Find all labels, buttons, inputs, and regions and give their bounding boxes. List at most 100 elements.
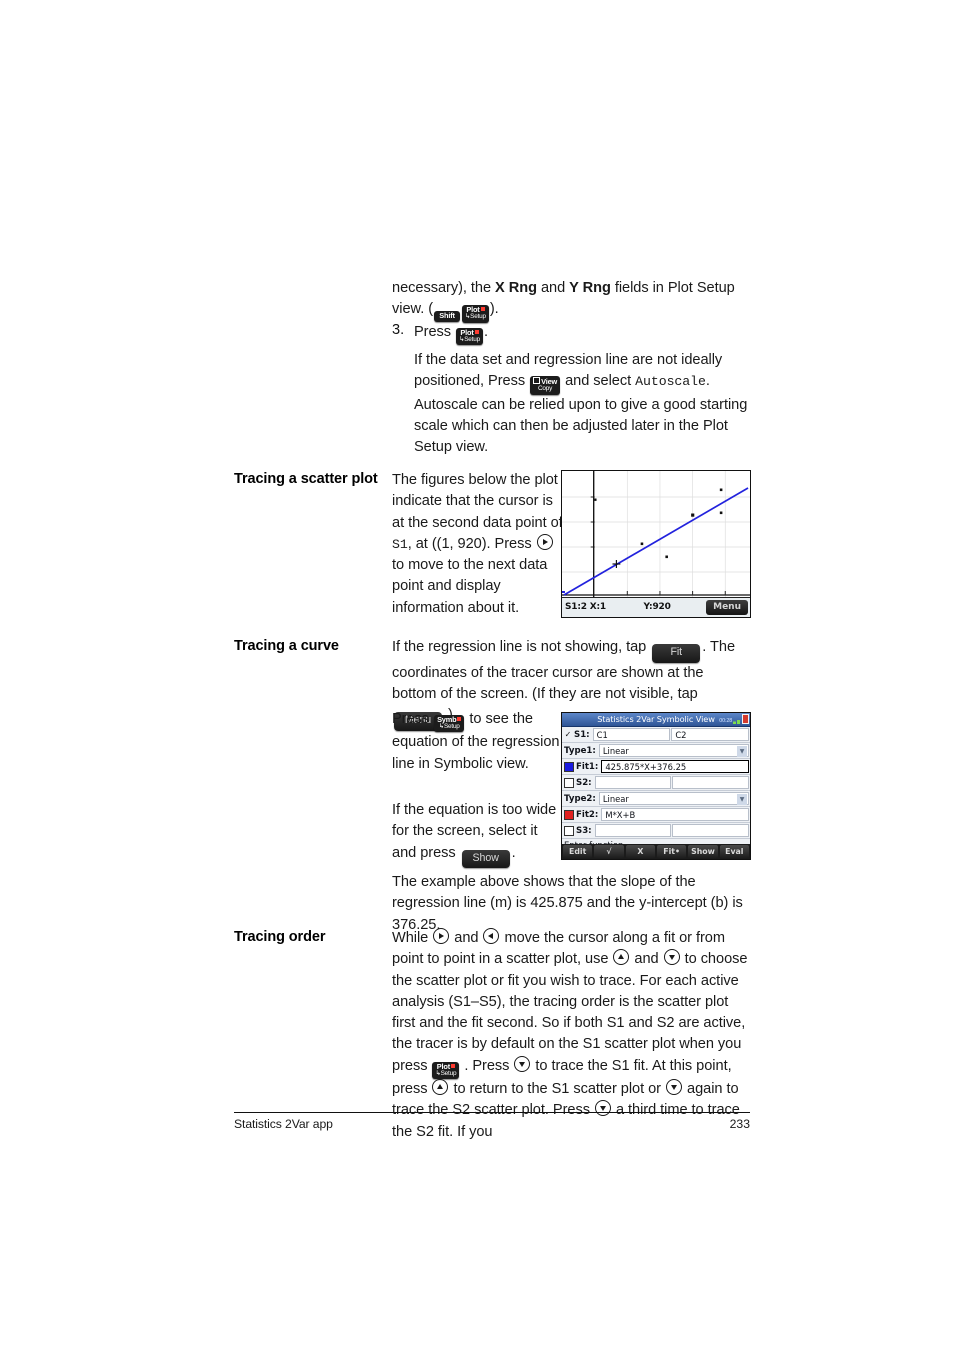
document-page: necessary), the X Rng and Y Rng fields i… bbox=[0, 0, 954, 1350]
text-scatter-a: The figures below the plot indicate that… bbox=[392, 472, 563, 531]
signal-bars-icon bbox=[733, 717, 741, 724]
text-symb-a: Press bbox=[392, 711, 434, 727]
left-arrow-key-icon bbox=[483, 928, 500, 944]
row-fit1[interactable]: Fit1: 425.875*X+376.25 bbox=[562, 759, 750, 775]
menu-sqrt-button[interactable]: √ bbox=[594, 845, 624, 858]
text-order-5: to choose the scatter plot or fit you wi… bbox=[392, 951, 748, 1074]
s3-checkbox[interactable] bbox=[564, 825, 574, 836]
up-arrow-key-icon bbox=[432, 1079, 449, 1096]
paragraph-tracing-scatter: The figures below the plot indicate that… bbox=[392, 470, 564, 619]
symbolic-view-title: Statistics 2Var Symbolic View bbox=[597, 714, 715, 724]
text-y-rng: Y Rng bbox=[569, 280, 611, 296]
menu-x-button[interactable]: X bbox=[625, 845, 655, 858]
right-arrow-key-icon bbox=[536, 533, 553, 550]
text-order-6: . Press bbox=[460, 1057, 514, 1074]
text-order-1: While bbox=[392, 930, 433, 946]
text-scatter-c: to move to the next data point and displ… bbox=[392, 557, 548, 616]
paragraph-tracing-order: While and move the cursor along a fit or… bbox=[392, 928, 750, 1143]
show-button[interactable]: Show bbox=[461, 849, 510, 869]
menu-show-button[interactable]: Show bbox=[688, 845, 718, 858]
text-necessary-b: and bbox=[536, 280, 570, 296]
heading-tracing-a-scatter-plot: Tracing a scatter plot bbox=[234, 471, 378, 487]
text-period: . bbox=[483, 324, 488, 340]
right-arrow-key-icon bbox=[433, 928, 450, 944]
text-toowide-b: . bbox=[511, 844, 516, 861]
plot-menu-button[interactable]: Menu bbox=[706, 600, 748, 615]
text-necessary-d: ). bbox=[489, 301, 499, 318]
fit2-color-swatch bbox=[564, 809, 574, 820]
footer-app-name: Statistics 2Var app bbox=[234, 1117, 333, 1131]
row-type1-value: Linear bbox=[602, 746, 629, 756]
status-time: 00:28 bbox=[719, 718, 732, 724]
menu-eval-button[interactable]: Eval bbox=[719, 845, 749, 858]
plot-status-left: S1:2 X:1 bbox=[565, 602, 606, 612]
heading-tracing-a-curve: Tracing a curve bbox=[234, 638, 339, 654]
menu-fit-button[interactable]: Fit• bbox=[656, 845, 687, 858]
row-fit1-label: Fit1: bbox=[576, 761, 599, 772]
text-order-2: and bbox=[450, 930, 483, 946]
row-type1[interactable]: Type1: Linear ▼ bbox=[562, 743, 750, 759]
paragraph-example-slope: The example above shows that the slope o… bbox=[392, 872, 750, 936]
row-s3-label: S3: bbox=[576, 825, 592, 836]
row-s2-field-1[interactable] bbox=[594, 776, 672, 789]
text-scatter-b: , at ((1, 920). Press bbox=[407, 535, 536, 552]
row-fit2-equation[interactable]: M*X+B bbox=[601, 808, 749, 821]
row-s1-field-c1[interactable]: C1 bbox=[592, 728, 671, 741]
symbolic-view-title-bar: Statistics 2Var Symbolic View 00:28 bbox=[562, 713, 750, 727]
checkmark-icon[interactable]: ✓ bbox=[564, 730, 572, 739]
plot-setup-key-icon: Plot ↳Setup bbox=[432, 1061, 460, 1080]
battery-icon bbox=[742, 714, 749, 724]
plot-setup-key-icon: Plot ↳Setup bbox=[462, 305, 489, 323]
text-curve-a: If the regression line is not showing, t… bbox=[392, 639, 651, 655]
down-arrow-key-icon bbox=[666, 1079, 682, 1096]
down-arrow-key-icon bbox=[663, 949, 680, 966]
down-arrow-key-icon bbox=[514, 1055, 531, 1072]
row-type1-dropdown[interactable]: Linear ▼ bbox=[598, 744, 749, 757]
plot-status-y: Y:920 bbox=[643, 602, 671, 612]
menu-edit-button[interactable]: Edit bbox=[563, 845, 593, 858]
row-s2[interactable]: S2: bbox=[562, 775, 750, 791]
row-type2-dropdown[interactable]: Linear ▼ bbox=[598, 792, 749, 805]
text-order-4: and bbox=[630, 951, 663, 968]
s2-checkbox[interactable] bbox=[564, 777, 574, 788]
row-type2[interactable]: Type2: Linear ▼ bbox=[562, 791, 750, 807]
row-s1-field-c2[interactable]: C2 bbox=[671, 728, 750, 741]
text-necessary-a: necessary), the bbox=[392, 280, 496, 296]
row-fit2[interactable]: Fit2: M*X+B bbox=[562, 807, 750, 823]
footer-page-number: 233 bbox=[729, 1117, 750, 1131]
text-example: The example above shows that the slope o… bbox=[392, 874, 743, 933]
chevron-down-icon[interactable]: ▼ bbox=[737, 746, 747, 757]
symbolic-rows: ✓ S1: C1 C2 Type1: Linear ▼ Fit1: 425.875*… bbox=[562, 727, 750, 839]
calculator-symbolic-view-screenshot: Statistics 2Var Symbolic View 00:28 ✓ S1:… bbox=[561, 712, 751, 860]
heading-tracing-order: Tracing order bbox=[234, 929, 326, 945]
symb-setup-key-icon: Symb ↳Setup bbox=[434, 715, 465, 733]
text-autoscale-b: and select bbox=[565, 373, 632, 390]
up-arrow-key-icon bbox=[613, 949, 630, 966]
footer-divider bbox=[234, 1112, 750, 1113]
row-fit1-equation[interactable]: 425.875*X+376.25 bbox=[601, 760, 749, 773]
row-s1[interactable]: ✓ S1: C1 C2 bbox=[562, 727, 750, 743]
paragraph-x-y-rng: necessary), the X Rng and Y Rng fields i… bbox=[392, 278, 750, 323]
list-number-3: 3. bbox=[392, 322, 405, 338]
row-s3-field-2[interactable] bbox=[672, 824, 750, 837]
scatter-plot-svg bbox=[562, 471, 750, 597]
text-x-rng: X Rng bbox=[495, 280, 537, 296]
paragraph-equation-too-wide: If the equation is too wide for the scre… bbox=[392, 800, 560, 869]
down-arrow-key-icon bbox=[594, 1100, 611, 1117]
fit-button[interactable]: Fit bbox=[652, 644, 701, 663]
text-order-8: to return to the S1 scatter plot or bbox=[449, 1081, 665, 1098]
row-fit2-label: Fit2: bbox=[576, 809, 599, 820]
symbolic-menu-bar: Edit √ X Fit• Show Eval bbox=[562, 844, 750, 859]
row-s2-label: S2: bbox=[576, 777, 592, 788]
calculator-plot-screenshot: S1:2 X:1 Y:920 Menu bbox=[561, 470, 751, 618]
shift-key-icon: Shift bbox=[434, 311, 461, 322]
paragraph-step3-autoscale: If the data set and regression line are … bbox=[414, 350, 750, 459]
row-s1-label: S1: bbox=[574, 729, 590, 740]
row-s3[interactable]: S3: bbox=[562, 823, 750, 839]
text-autoscale-cmd: Autoscale bbox=[635, 374, 706, 390]
row-type1-label: Type1: bbox=[564, 745, 596, 756]
chevron-down-icon[interactable]: ▼ bbox=[737, 794, 747, 805]
text-s1-mono: S1 bbox=[392, 536, 408, 552]
row-s2-field-2[interactable] bbox=[672, 776, 750, 789]
row-s3-field-1[interactable] bbox=[594, 824, 672, 837]
